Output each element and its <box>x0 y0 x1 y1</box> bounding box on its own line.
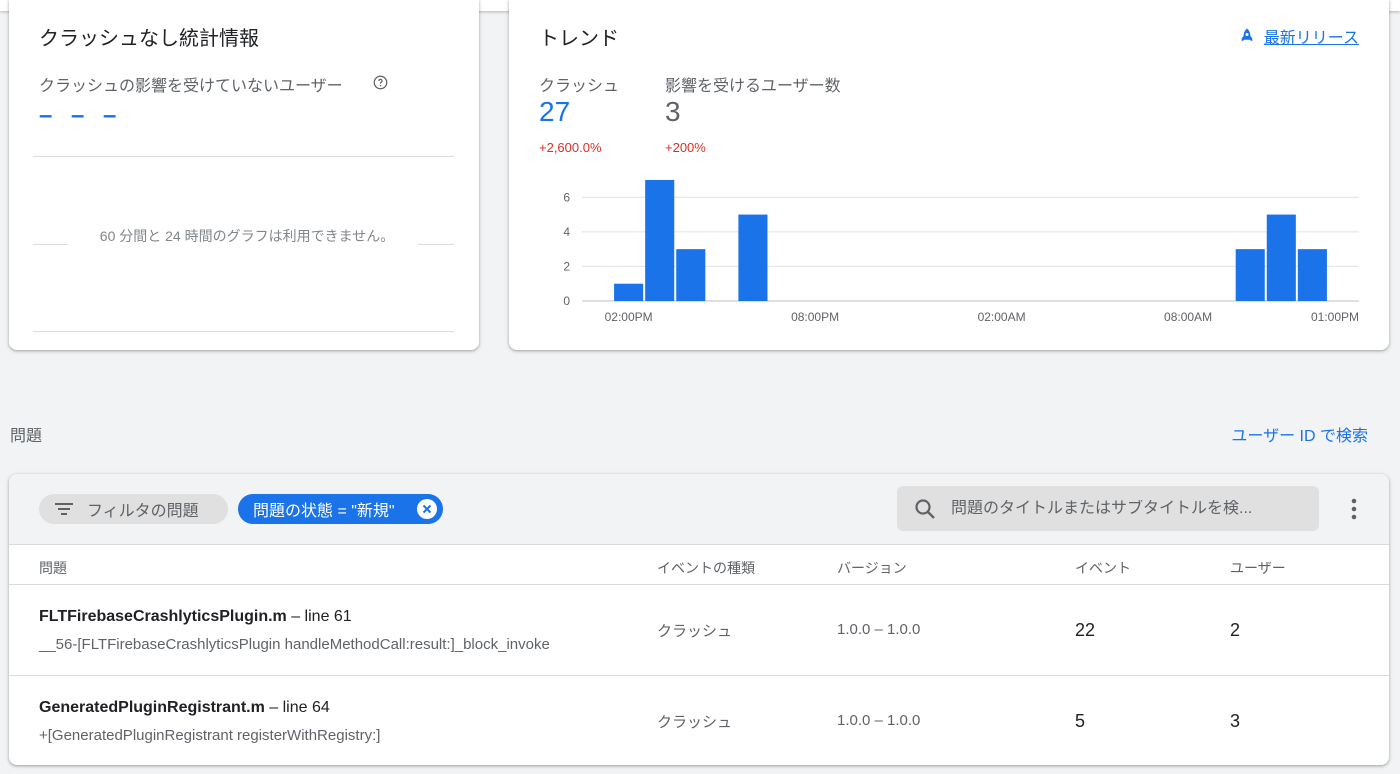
crash-free-users-value: – – – <box>39 102 123 129</box>
chart-bar[interactable] <box>1266 214 1296 301</box>
chart-bar[interactable] <box>1297 249 1327 301</box>
more-options-icon[interactable] <box>1343 496 1365 522</box>
y-tick-label: 2 <box>563 259 570 273</box>
table-row[interactable]: GeneratedPluginRegistrant.m – line 64 +[… <box>9 676 1389 765</box>
help-icon[interactable] <box>373 75 388 90</box>
issues-toolbar: フィルタの問題 問題の状態 = "新規" <box>9 474 1389 544</box>
chart-bar[interactable] <box>676 249 706 301</box>
issue-title[interactable]: GeneratedPluginRegistrant.m – line 64 <box>39 699 330 717</box>
issue-subtitle: +[GeneratedPluginRegistrant registerWith… <box>39 727 381 744</box>
event-type: クラッシュ <box>657 623 733 640</box>
issue-file: GeneratedPluginRegistrant.m <box>39 699 265 716</box>
divider <box>33 156 454 157</box>
status-filter-label: 問題の状態 = "新規" <box>253 503 395 520</box>
search-icon <box>915 498 935 519</box>
event-count: 22 <box>1075 620 1096 640</box>
crash-free-stats-card: クラッシュなし統計情報 クラッシュの影響を受けていないユーザー – – – 60… <box>9 0 479 350</box>
x-tick-label: 08:00PM <box>791 310 839 324</box>
filter-issues-label: フィルタの問題 <box>87 503 199 520</box>
chart-bar[interactable] <box>645 180 675 301</box>
issues-table-card: フィルタの問題 問題の状態 = "新規" 問題 イベントの種類 バージョン イベ… <box>9 474 1389 765</box>
search-by-user-id-link[interactable]: ユーザー ID で検索 <box>1231 422 1368 446</box>
chart-unavailable-message: 60 分間と 24 時間のグラフは利用できません。 <box>99 228 395 244</box>
issue-search-input[interactable] <box>951 499 1291 518</box>
trend-card: トレンド 最新リリース クラッシュ 27 +2,600.0% 影響を受けるユーザ… <box>509 0 1389 350</box>
issue-line: – line 64 <box>264 699 330 716</box>
issues-section-label: 問題 <box>10 428 43 445</box>
divider <box>33 331 454 332</box>
header-events[interactable]: イベント <box>1075 558 1131 578</box>
chart-placeholder-line <box>33 244 68 245</box>
issue-title[interactable]: FLTFirebaseCrashlyticsPlugin.m – line 61 <box>39 608 352 626</box>
chart-bar[interactable] <box>738 214 768 301</box>
filter-icon <box>55 503 73 515</box>
event-count: 5 <box>1075 711 1086 731</box>
remove-filter-icon[interactable] <box>417 499 437 519</box>
table-header: 問題 イベントの種類 バージョン イベント ユーザー <box>9 544 1389 585</box>
user-count: 2 <box>1230 620 1241 640</box>
header-version[interactable]: バージョン <box>837 558 907 578</box>
filter-issues-chip[interactable]: フィルタの問題 <box>39 494 228 524</box>
y-tick-label: 0 <box>563 294 570 308</box>
crash-free-stats-title: クラッシュなし統計情報 <box>39 28 259 50</box>
issue-subtitle: __56-[FLTFirebaseCrashlyticsPlugin handl… <box>39 636 550 653</box>
table-row[interactable]: FLTFirebaseCrashlyticsPlugin.m – line 61… <box>9 585 1389 676</box>
header-users[interactable]: ユーザー <box>1230 558 1286 578</box>
y-tick-label: 6 <box>563 190 570 204</box>
crash-free-users-label: クラッシュの影響を受けていないユーザー <box>39 78 343 95</box>
y-tick-label: 4 <box>563 225 570 239</box>
x-tick-label: 08:00AM <box>1164 310 1212 324</box>
chart-placeholder-line <box>418 244 454 245</box>
x-tick-label: 02:00AM <box>978 310 1026 324</box>
crash-trend-chart: 0 2 4 6 02:00PM 08:00PM 02:00AM 08:00AM 01:00PM <box>563 180 1359 324</box>
header-event-type[interactable]: イベントの種類 <box>657 558 755 578</box>
status-filter-chip[interactable]: 問題の状態 = "新規" <box>238 494 443 524</box>
x-tick-label: 02:00PM <box>605 310 653 324</box>
issue-file: FLTFirebaseCrashlyticsPlugin.m <box>39 608 287 625</box>
chart-bar[interactable] <box>614 283 644 301</box>
issue-search-box[interactable] <box>897 486 1319 531</box>
version-range: 1.0.0 – 1.0.0 <box>837 712 921 729</box>
user-count: 3 <box>1230 711 1241 731</box>
x-tick-label: 01:00PM <box>1311 310 1359 324</box>
version-range: 1.0.0 – 1.0.0 <box>837 621 921 638</box>
event-type: クラッシュ <box>657 714 733 731</box>
issue-line: – line 61 <box>286 608 352 625</box>
chart-bar[interactable] <box>1235 249 1265 301</box>
header-issue[interactable]: 問題 <box>39 558 67 578</box>
